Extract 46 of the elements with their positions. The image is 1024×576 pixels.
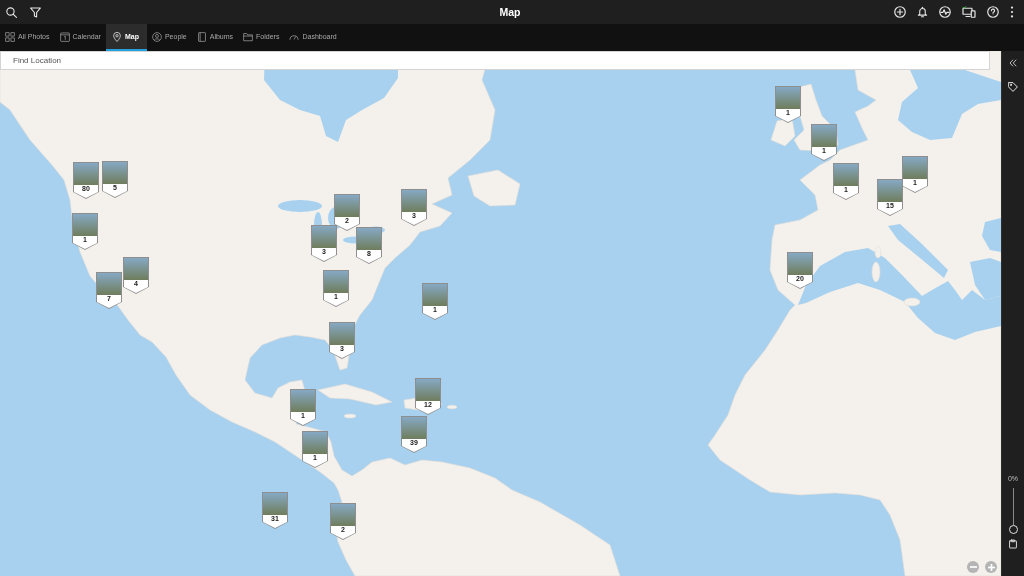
photo-placeholder	[330, 323, 354, 345]
photo-placeholder	[263, 493, 287, 515]
photo-placeholder	[402, 190, 426, 212]
photo-placeholder	[312, 226, 336, 248]
person-icon	[151, 31, 162, 42]
photo-placeholder	[74, 163, 98, 185]
photo-placeholder	[834, 164, 858, 186]
window-title: Map	[499, 6, 521, 18]
minus-icon	[969, 566, 977, 568]
bell-icon[interactable]	[917, 6, 928, 18]
search-icon[interactable]	[6, 6, 17, 18]
tag-icon[interactable]	[1008, 82, 1018, 92]
photo-placeholder	[812, 125, 836, 147]
folder-icon	[243, 31, 254, 42]
photo-placeholder	[335, 195, 359, 217]
monitor-icon[interactable]	[962, 6, 976, 18]
slider-thumb[interactable]	[1008, 525, 1018, 534]
photo-placeholder	[124, 258, 148, 280]
photo-placeholder	[878, 180, 902, 202]
photo-placeholder	[331, 504, 355, 526]
photo-placeholder	[402, 417, 426, 439]
add-icon[interactable]	[894, 6, 906, 18]
pin-icon	[111, 31, 122, 42]
photo-placeholder	[103, 162, 127, 184]
clipboard-icon[interactable]	[1009, 539, 1017, 549]
calendar-icon	[59, 31, 70, 42]
photo-placeholder	[97, 273, 121, 295]
filter-icon[interactable]	[30, 6, 41, 18]
photo-placeholder	[788, 253, 812, 275]
grid-icon	[5, 31, 15, 42]
search-field[interactable]: Find Location	[0, 51, 990, 70]
photo-placeholder	[324, 271, 348, 293]
double-chevron-icon[interactable]	[1009, 59, 1017, 67]
photo-placeholder	[776, 87, 800, 109]
photo-placeholder	[416, 379, 440, 401]
help-icon[interactable]	[987, 6, 999, 18]
photo-placeholder	[903, 157, 927, 179]
photo-placeholder	[73, 214, 97, 236]
more-icon[interactable]	[1010, 6, 1014, 18]
plus-icon	[987, 563, 995, 571]
photo-placeholder	[357, 228, 381, 250]
photo-placeholder	[291, 390, 315, 412]
book-icon	[196, 31, 207, 42]
pulse-icon[interactable]	[939, 6, 951, 18]
photo-placeholder	[423, 284, 447, 306]
photo-placeholder	[303, 432, 327, 454]
